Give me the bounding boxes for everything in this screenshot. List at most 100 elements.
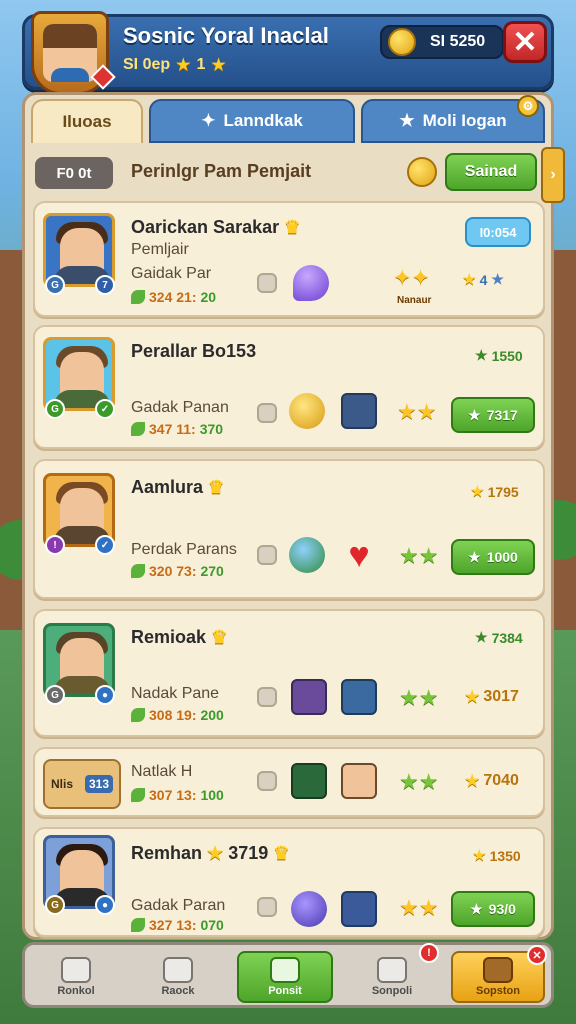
hero-stat: 308 19: 200	[131, 707, 224, 723]
mini-label: Nlis	[50, 777, 73, 791]
nav-label: Sopston	[476, 985, 520, 997]
hero-stat-label: Gadak Panan	[131, 399, 229, 416]
duo-stars-icon: ★★	[397, 399, 437, 424]
upgrade-button[interactable]: ★ 93/0	[451, 891, 535, 927]
tab-label: Iluoas	[62, 112, 112, 131]
empty-slot[interactable]	[257, 273, 277, 293]
counter-box: F0 0t	[35, 157, 113, 189]
nav-calendar[interactable]: Raock	[135, 951, 221, 1003]
hero-score: ★ 1550	[475, 347, 523, 364]
green-star-icon: ★	[475, 347, 488, 363]
currency-display[interactable]: SI 5250	[380, 25, 504, 59]
hero-stat-label: Perdak Parans	[131, 541, 237, 558]
coin-icon[interactable]	[407, 157, 437, 187]
score-value: 7384	[491, 629, 523, 646]
hero-item-icon[interactable]	[341, 393, 377, 429]
score-value: 1795	[487, 483, 519, 500]
player-name: Sosnic Yoral Inaclal	[123, 23, 329, 48]
level-dot: ✓	[95, 399, 115, 419]
coin-icon	[388, 28, 416, 56]
crown-icon: ♛	[284, 217, 301, 237]
hero-card[interactable]: Nlis 313 Natlak H 307 13: 100 ★★ ★ 7040	[33, 747, 545, 817]
hero-card[interactable]: G ● Remioak ♛ Nadak Pane 308 19: 200 ★★ …	[33, 609, 545, 737]
mini-value: 313	[84, 775, 113, 793]
name-text: Aamlura	[131, 477, 204, 497]
green-stars-icon: ★★	[399, 543, 439, 568]
currency-amount: SI 5250	[430, 33, 486, 50]
star-icon: ★	[470, 900, 483, 917]
empty-slot[interactable]	[257, 403, 277, 423]
name-text: Remhan	[131, 843, 203, 863]
tab-leaderboard[interactable]: ✦ Lanndkak	[149, 99, 355, 143]
level-dot: G	[45, 685, 65, 705]
side-arrow-button[interactable]: ›	[541, 147, 565, 203]
hero-card[interactable]: G ✓ Perallar Bo153 Gadak Panan 347 11: 3…	[33, 325, 545, 449]
level-dot: G	[45, 275, 65, 295]
save-button[interactable]: Sainad	[445, 153, 537, 191]
stat-value-secondary: 100	[200, 787, 224, 803]
star-icon: ★	[468, 406, 481, 423]
close-badge-icon[interactable]: ✕	[527, 945, 547, 965]
leaf-icon	[131, 564, 145, 578]
nav-home[interactable]: Ronkol	[33, 951, 119, 1003]
player-avatar[interactable]	[31, 11, 116, 95]
star-icon: ★	[465, 773, 480, 790]
upgrade-button[interactable]: ★ 1000	[451, 539, 535, 575]
stat-value-secondary: 370	[199, 421, 224, 437]
nav-box[interactable]: Sonpoli !	[349, 943, 439, 1003]
gold-coin-icon[interactable]	[289, 393, 325, 429]
hero-card[interactable]: ! ✓ Aamlura ♛ Perdak Parans 320 73: 270 …	[33, 459, 545, 599]
level-dot: 7	[95, 275, 115, 295]
hero-stat: 327 13: 070	[131, 917, 224, 933]
mini-portrait: Nlis 313	[43, 759, 121, 809]
green-star-icon: ★	[475, 629, 488, 645]
hero-item-icon[interactable]	[291, 679, 327, 715]
home-icon	[61, 957, 91, 983]
globe-icon[interactable]	[289, 537, 325, 573]
stat-value: 320 73:	[149, 563, 197, 579]
leaf-icon	[131, 708, 145, 722]
level-dot: G	[45, 895, 65, 915]
star-icon: ★	[471, 483, 484, 499]
nav-treasure[interactable]: Sopston ✕	[451, 945, 547, 1003]
hero-score: ★ 1350	[473, 847, 521, 864]
stat-value-secondary: 270	[200, 563, 224, 579]
star-icon: ★	[473, 847, 486, 863]
score-value: 1350	[489, 847, 521, 864]
stat-value: 324 21:	[149, 289, 197, 305]
toolbar-title: Perinlgr Pam Pemjait	[131, 161, 312, 181]
upgrade-button[interactable]: ★ 7317	[451, 397, 535, 433]
score-value: 1550	[491, 347, 523, 364]
empty-slot[interactable]	[257, 897, 277, 917]
level-dot: ✓	[95, 535, 115, 555]
settings-badge-icon[interactable]: ⚙	[517, 95, 539, 117]
hero-score: ★ 7384	[475, 629, 523, 646]
hero-card[interactable]: G 7 Oarickan Sarakar ♛ Pemljair Gaidak P…	[33, 201, 545, 317]
chest-icon	[270, 957, 300, 983]
hero-item-icon[interactable]	[341, 679, 377, 715]
nav-chest[interactable]: Ponsit	[237, 951, 333, 1003]
hero-item-icon[interactable]	[291, 763, 327, 799]
treasure-icon	[483, 957, 513, 983]
empty-slot[interactable]	[257, 771, 277, 791]
notification-badge: !	[419, 943, 439, 963]
close-button[interactable]: ✕	[503, 21, 547, 63]
hero-face-icon[interactable]	[341, 763, 377, 799]
hero-item-icon[interactable]	[341, 891, 377, 927]
hero-stat: 347 11: 370	[131, 421, 223, 437]
level-text: SI 0ep	[123, 56, 171, 73]
empty-slot[interactable]	[257, 545, 277, 565]
purple-potion-icon[interactable]	[293, 265, 329, 301]
tab-favorites[interactable]: ★ Moli Iogan ⚙	[361, 95, 545, 143]
hero-card[interactable]: G ● Remhan ★ 3719 ♛ Gadak Paran 327 13: …	[33, 827, 545, 937]
stat-value-secondary: 070	[200, 917, 224, 933]
heart-icon[interactable]: ♥	[341, 537, 377, 573]
timer-pill[interactable]: I0:054	[465, 217, 531, 247]
hero-stat: 320 73: 270	[131, 563, 224, 579]
tab-heroes[interactable]: Iluoas	[31, 99, 143, 143]
star-icon: ★	[465, 689, 480, 706]
hero-stat-label: Natlak H	[131, 763, 193, 780]
empty-slot[interactable]	[257, 687, 277, 707]
hero-subtitle: Pemljair	[131, 241, 189, 258]
purple-gem-icon[interactable]	[291, 891, 327, 927]
